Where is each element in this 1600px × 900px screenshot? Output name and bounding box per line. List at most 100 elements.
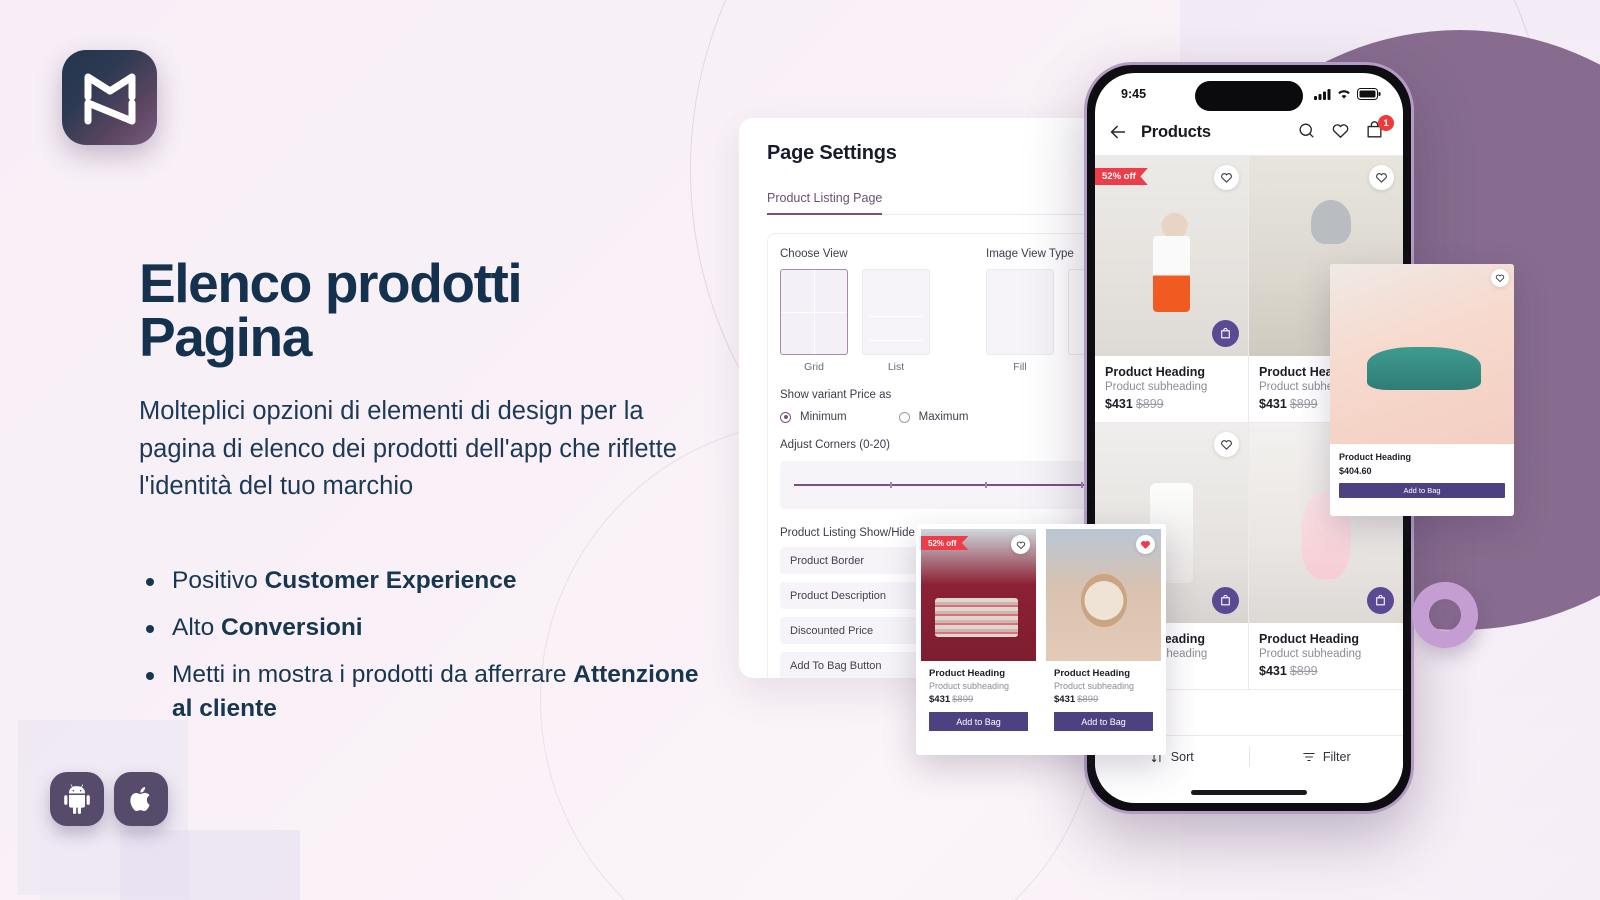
status-indicators [1314, 88, 1381, 100]
product-subheading: Product subheading [929, 681, 1010, 691]
radio-label: Minimum [800, 411, 847, 423]
price-compare: $899 [1135, 397, 1164, 411]
sort-label: Sort [1170, 749, 1194, 764]
variant-price-radios: Minimum Maximum [780, 411, 1098, 423]
bullet-text-plain: Metti in mostra i prodotti da afferrare [172, 660, 574, 688]
tab-product-listing-page[interactable]: Product Listing Page [767, 191, 883, 215]
wishlist-button[interactable] [1011, 535, 1030, 554]
product-image: 52% off [921, 529, 1036, 661]
list-item: Metti in mostra i prodotti da afferrare … [140, 658, 700, 728]
wishlist-button[interactable] [1491, 269, 1509, 287]
bullet-text-plain: Alto [172, 613, 222, 641]
search-icon[interactable] [1297, 121, 1319, 143]
table-row[interactable]: 52% off Product Heading Product subheadi… [1095, 156, 1249, 423]
android-badge[interactable] [50, 772, 104, 826]
view-option-caption: Grid [804, 361, 824, 373]
product-subheading: Product subheading [1054, 681, 1135, 691]
slider-track[interactable] [794, 482, 1084, 488]
wishlist-button[interactable] [1214, 432, 1239, 457]
image-view-option-fill[interactable]: Fill [986, 269, 1054, 373]
price-current: $431 [1105, 397, 1133, 411]
price-compare: $899 [952, 694, 974, 705]
add-to-bag-button[interactable] [1367, 587, 1394, 614]
heart-icon [1221, 440, 1232, 450]
price-compare: $899 [1289, 664, 1318, 678]
toggle-row-label: Discounted Price [790, 624, 874, 637]
view-option-caption: List [887, 361, 905, 373]
filter-label: Filter [1322, 749, 1351, 764]
product-info: Product Heading Product subheading $431$… [1046, 661, 1161, 731]
app-bar-title: Products [1141, 122, 1211, 141]
view-option-caption: Fill [1013, 361, 1027, 373]
price-current: $431 [929, 694, 951, 705]
adjust-corners-slider[interactable] [780, 461, 1098, 509]
product-info: Product Heading Product subheading $431$… [921, 661, 1036, 731]
product-heading: Product Heading [1105, 365, 1206, 379]
bullet-text-strong: Customer Experience [264, 567, 517, 594]
add-to-bag-button[interactable] [1212, 320, 1239, 347]
add-to-bag-button[interactable]: Add to Bag [929, 712, 1028, 731]
brand-logo [62, 50, 157, 145]
list-item[interactable]: Product Heading Product subheading $431 $… [1041, 529, 1161, 750]
heart-icon-filled [1141, 540, 1150, 549]
add-to-bag-button[interactable] [1212, 587, 1239, 614]
view-option-grid[interactable]: Grid [780, 269, 848, 373]
discount-badge: 52% off [1095, 168, 1148, 185]
product-info: Product Heading Product subheading $431$… [1249, 623, 1403, 689]
heart-icon [1376, 173, 1387, 183]
radio-dot-icon [780, 411, 791, 423]
back-arrow-icon[interactable] [1107, 121, 1129, 143]
product-price: $431$899 [1054, 694, 1153, 705]
bullet-text-plain: Positivo [172, 567, 265, 594]
filter-icon [1303, 752, 1315, 761]
filter-button[interactable]: Filter [1250, 750, 1404, 764]
settings-panel-title: Page Settings [767, 142, 897, 164]
product-subheading: Product subheading [1105, 381, 1208, 393]
product-image [1046, 529, 1161, 661]
list-item: Positivo Customer Experience [140, 564, 700, 599]
radio-maximum[interactable]: Maximum [898, 411, 968, 423]
app-bar: Products 1 [1095, 109, 1403, 155]
headline-line-2: Pagina [139, 306, 312, 369]
wifi-icon [1338, 90, 1350, 99]
settings-tabs: Product Listing Page [767, 191, 1111, 215]
product-image: 52% off [1095, 156, 1248, 356]
wishlist-button[interactable] [1214, 165, 1239, 190]
wishlist-button[interactable] [1136, 535, 1155, 554]
cart-count-badge: 1 [1378, 115, 1394, 131]
product-price: $431$899 [1105, 397, 1238, 411]
radio-minimum[interactable]: Minimum [780, 411, 847, 423]
view-option-list[interactable]: List [862, 269, 930, 373]
price-current: $431 [1259, 664, 1287, 678]
heart-icon [1221, 173, 1232, 183]
wishlist-button[interactable] [1369, 165, 1394, 190]
price-compare: $899 [1077, 694, 1099, 705]
discount-badge: 52% off [921, 536, 969, 550]
add-to-bag-button[interactable]: Add to Bag [1339, 483, 1505, 498]
wishlist-heart-icon[interactable] [1331, 121, 1353, 143]
choose-view-group: Choose View Grid List [780, 248, 930, 373]
list-preview-icon [862, 269, 930, 355]
product-subheading: Product subheading [1259, 648, 1362, 660]
headline-line-1: Elenco prodotti [139, 252, 523, 314]
price-current: $431 [1259, 397, 1287, 411]
apple-icon [130, 787, 150, 812]
toggle-row-label: Add To Bag Button [790, 659, 882, 672]
view-type-row: Choose View Grid List Image View Type Fi… [780, 248, 1136, 373]
heart-icon [1495, 274, 1505, 283]
product-info: Product Heading Product subheading $431$… [1095, 356, 1248, 422]
product-heading: Product Heading [1054, 668, 1131, 679]
product-price: $404.60 [1339, 466, 1372, 476]
cart-bag-icon[interactable]: 1 [1365, 115, 1394, 143]
product-price: $431$899 [929, 694, 1028, 705]
list-item[interactable]: 52% off Product Heading Product subheadi… [921, 529, 1041, 750]
mn-monogram-icon [84, 73, 135, 124]
apple-badge[interactable] [114, 772, 168, 826]
floating-product-card-pair: 52% off Product Heading Product subheadi… [916, 524, 1166, 755]
radio-dot-icon [898, 411, 910, 423]
home-indicator [1191, 790, 1307, 795]
add-to-bag-button[interactable]: Add to Bag [1054, 712, 1153, 731]
cellular-signal-icon [1314, 89, 1331, 100]
heart-icon [1016, 541, 1025, 549]
floating-product-card-shoe[interactable]: Product Heading $404.60 Add to Bag [1330, 264, 1514, 516]
